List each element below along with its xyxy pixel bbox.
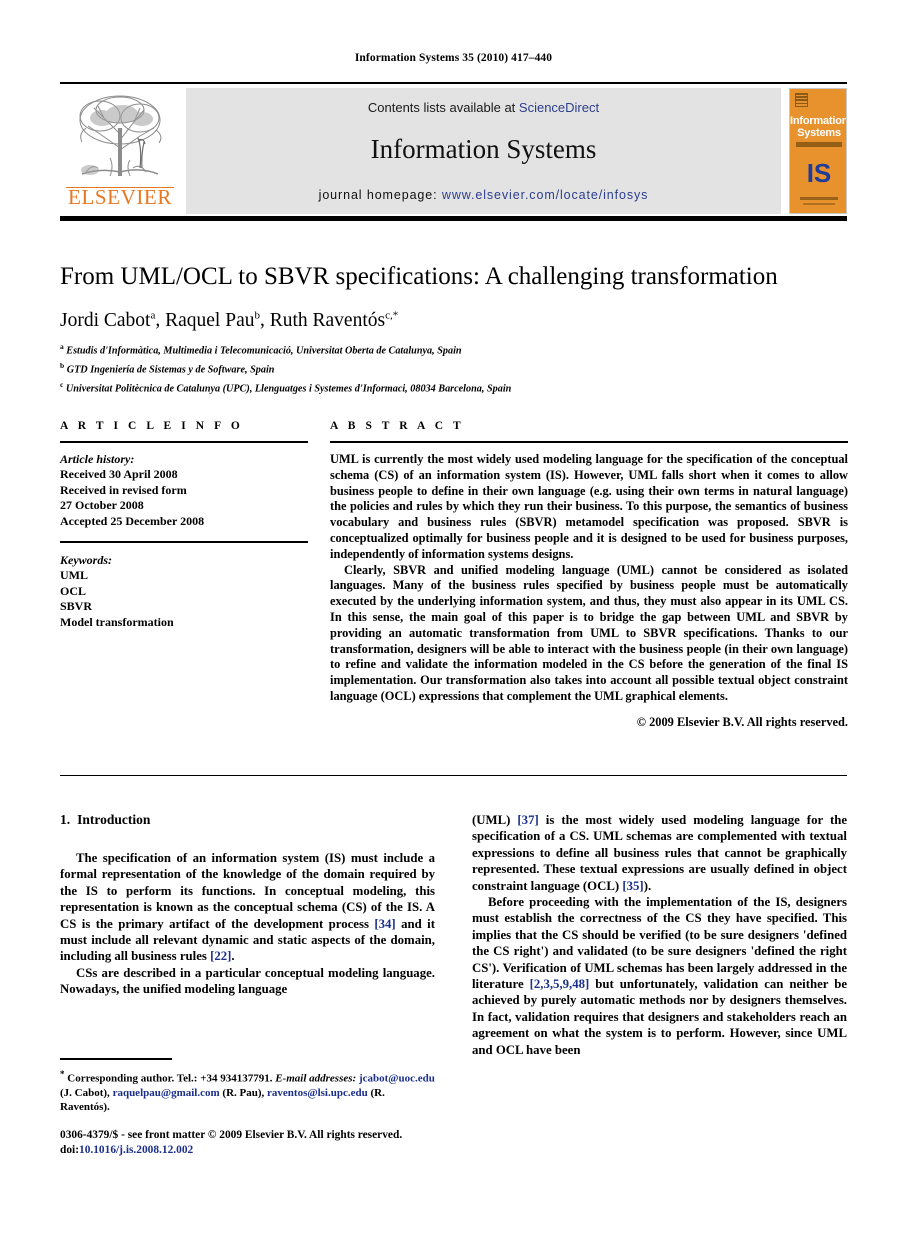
affiliation-b-mark: b: [60, 360, 65, 370]
abstract-paragraph-2: Clearly, SBVR and unified modeling langu…: [330, 562, 848, 703]
homepage-prefix: journal homepage:: [318, 188, 442, 202]
author-1-name: Raquel Pau: [165, 309, 255, 331]
right-paragraph-1-part-c: ).: [643, 878, 652, 893]
email-link-2[interactable]: raquelpau@gmail.com: [113, 1087, 220, 1099]
cover-is-logo: IS: [806, 158, 832, 188]
footnote-block: * Corresponding author. Tel.: +34 934137…: [60, 1058, 435, 1114]
email-owner-1: (J. Cabot),: [60, 1086, 113, 1099]
citation-37[interactable]: [37]: [517, 813, 538, 827]
journal-masthead: ELSEVIER Contents lists available at Sci…: [60, 88, 847, 214]
citation-35[interactable]: [35]: [622, 879, 643, 893]
keyword-3: Model transformation: [60, 614, 174, 629]
body-column-right: (UML) [37] is the most widely used model…: [472, 812, 847, 1058]
email-owner-2: (R. Pau),: [219, 1086, 268, 1099]
email-addresses-label: E-mail addresses:: [275, 1072, 357, 1085]
citation-22[interactable]: [22]: [210, 949, 231, 963]
abstract-heading: A B S T R A C T: [330, 420, 465, 432]
cover-title-line2: Systems: [797, 127, 841, 139]
article-history-item-2: 27 October 2008: [60, 498, 144, 513]
section-title: Introduction: [77, 812, 151, 827]
article-history-item-0: Received 30 April 2008: [60, 467, 178, 482]
imprint-block: 0306-4379/$ - see front matter © 2009 El…: [60, 1128, 480, 1157]
right-paragraph-1: (UML) [37] is the most widely used model…: [472, 812, 847, 894]
abstract-copyright: © 2009 Elsevier B.V. All rights reserved…: [636, 714, 848, 729]
elsevier-tree-logo: ELSEVIER: [60, 88, 180, 214]
article-history-item-1: Received in revised form: [60, 482, 187, 497]
author-2: Ruth Raventósc,*: [269, 309, 399, 331]
elsevier-wordmark: ELSEVIER: [68, 185, 172, 209]
article-history-block: Article history: Received 30 April 2008 …: [60, 452, 308, 529]
affiliation-b-text: GTD Ingeniería de Sistemas y de Software…: [66, 364, 275, 376]
cover-footer-bar-2: [803, 203, 835, 205]
author-0-name: Jordi Cabot: [60, 309, 151, 331]
article-history-label: Article history:: [60, 452, 135, 466]
masthead-top-rule: [60, 82, 847, 84]
affiliation-list: a Estudis d'Informàtica, Multimedia i Te…: [60, 340, 850, 397]
keywords-rule: [60, 541, 308, 544]
footnote-text: * Corresponding author. Tel.: +34 934137…: [60, 1067, 435, 1115]
author-sep-1: ,: [259, 309, 270, 331]
affiliation-c-text: Universitat Politècnica de Catalunya (UP…: [65, 383, 512, 395]
author-1: Raquel Paub: [165, 309, 260, 331]
cover-title-line1: Information: [790, 115, 847, 127]
abstract-rule: [330, 441, 848, 443]
sciencedirect-link[interactable]: ScienceDirect: [519, 100, 599, 115]
doi-label: doi:: [60, 1143, 79, 1156]
keyword-0: UML: [60, 568, 88, 583]
masthead-bottom-rule: [60, 216, 847, 221]
keyword-1: OCL: [60, 583, 87, 598]
journal-homepage-line: journal homepage: www.elsevier.com/locat…: [186, 188, 781, 202]
email-link-1[interactable]: jcabot@uoc.edu: [359, 1072, 435, 1084]
left-paragraph-2: CSs are described in a particular concep…: [60, 965, 435, 997]
article-info-rule: [60, 441, 308, 443]
right-paragraph-1-part-a: (UML): [472, 813, 518, 827]
email-link-3[interactable]: raventos@lsi.upc.edu: [267, 1087, 368, 1099]
author-2-marks: c,*: [385, 309, 399, 321]
abstract-paragraph-1: UML is currently the most widely used mo…: [330, 452, 848, 561]
affiliation-a: a Estudis d'Informàtica, Multimedia i Te…: [60, 340, 850, 359]
body-top-rule: [60, 775, 847, 776]
doi-link[interactable]: 10.1016/j.is.2008.12.002: [79, 1144, 193, 1156]
contents-available-line: Contents lists available at ScienceDirec…: [186, 100, 781, 115]
keyword-2: SBVR: [60, 599, 93, 614]
author-sep-0: ,: [155, 309, 166, 331]
body-column-left: 1. Introduction The specification of an i…: [60, 812, 435, 998]
left-paragraph-1-part-c: .: [231, 949, 235, 964]
running-head: Information Systems 35 (2010) 417–440: [354, 52, 553, 64]
cover-subtitle-bar: [796, 142, 842, 147]
journal-title: Information Systems: [370, 134, 597, 164]
citation-34[interactable]: [34]: [374, 917, 395, 931]
cover-footer-bar: [800, 197, 838, 200]
affiliation-a-mark: a: [60, 342, 64, 351]
section-number: 1.: [60, 812, 71, 827]
affiliation-a-text: Estudis d'Informàtica, Multimedia i Tele…: [66, 345, 462, 357]
article-history-item-3: Accepted 25 December 2008: [60, 513, 205, 528]
article-info-column: A R T I C L E I N F O Article history: R…: [60, 420, 308, 630]
keywords-label: Keywords:: [60, 553, 112, 568]
section-heading-introduction: 1. Introduction: [60, 812, 435, 828]
article-page: Information Systems 35 (2010) 417–440 EL…: [0, 0, 907, 1238]
corresponding-author-text: Corresponding author. Tel.: +34 93413779…: [64, 1072, 273, 1085]
abstract-column: A B S T R A C T UML is currently the mos…: [330, 420, 848, 730]
affiliation-b: b GTD Ingeniería de Sistemas y de Softwa…: [60, 359, 850, 378]
sciencedirect-banner: Contents lists available at ScienceDirec…: [186, 88, 781, 214]
page-title: From UML/OCL to SBVR specifications: A c…: [60, 263, 778, 290]
affiliation-c: c Universitat Politècnica de Catalunya (…: [60, 378, 850, 397]
right-paragraph-2: Before proceeding with the implementatio…: [472, 894, 847, 1058]
citation-2-3-5-9-48[interactable]: [2,3,5,9,48]: [530, 977, 590, 991]
contents-prefix: Contents lists available at: [367, 100, 519, 115]
article-info-heading: A R T I C L E I N F O: [60, 420, 244, 432]
left-paragraph-1: The specification of an information syst…: [60, 850, 435, 965]
doi-line: doi:10.1016/j.is.2008.12.002: [60, 1143, 480, 1158]
author-2-name: Ruth Raventós: [269, 309, 386, 331]
author-list: Jordi Cabota, Raquel Paub, Ruth Raventós…: [60, 303, 850, 333]
journal-cover-thumbnail[interactable]: Information Systems IS: [789, 88, 847, 214]
author-0: Jordi Cabota: [60, 309, 155, 331]
keywords-block: Keywords: UML OCL SBVR Model transformat…: [60, 553, 308, 630]
footnote-rule: [60, 1058, 172, 1060]
cover-publisher-badge-icon: [795, 93, 808, 107]
front-matter-line: 0306-4379/$ - see front matter © 2009 El…: [60, 1129, 403, 1141]
journal-homepage-link[interactable]: www.elsevier.com/locate/infosys: [442, 188, 648, 202]
affiliation-c-mark: c: [60, 379, 64, 389]
